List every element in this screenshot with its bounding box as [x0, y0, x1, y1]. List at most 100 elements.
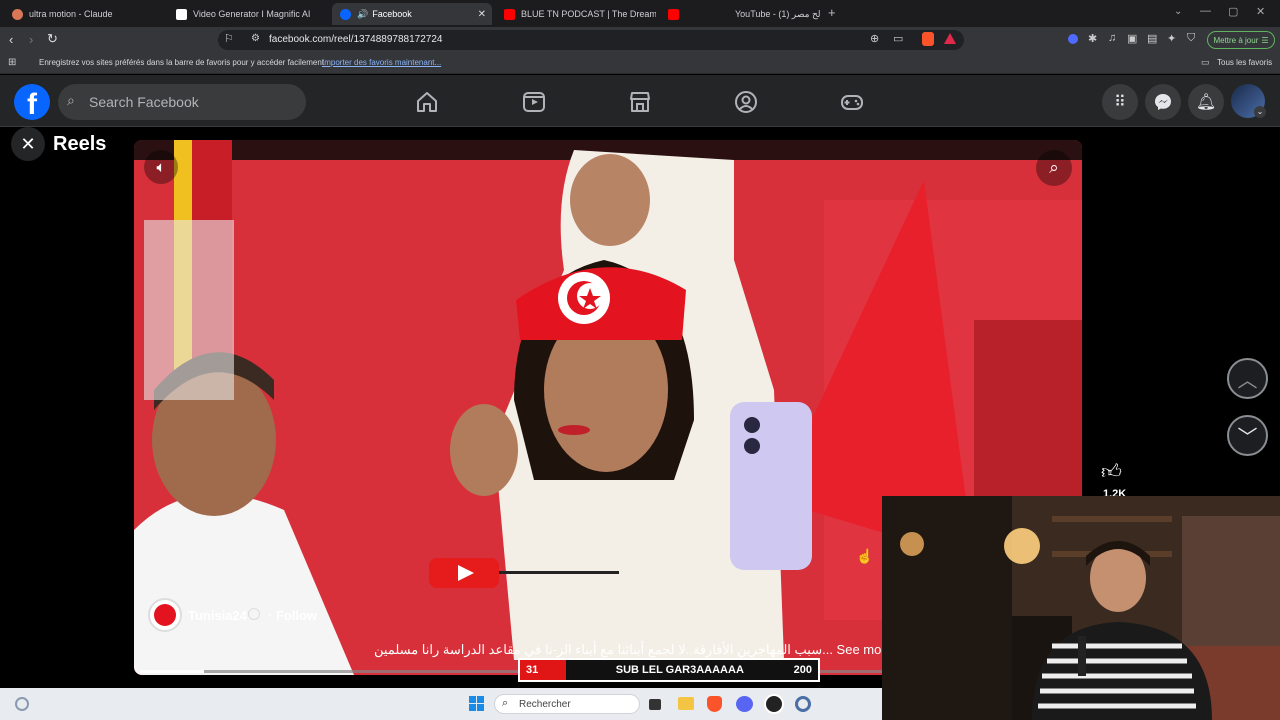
search-icon: ⌕: [502, 697, 509, 709]
next-reel-button[interactable]: ﹀: [1227, 415, 1268, 456]
close-reels-button[interactable]: ✕: [11, 127, 45, 161]
webcam-overlay: [882, 496, 1280, 720]
minimize-icon[interactable]: —: [1200, 5, 1211, 17]
channel-avatar[interactable]: [148, 598, 182, 632]
close-icon: ✕: [20, 133, 36, 154]
vpn-icon[interactable]: ⛉: [1187, 32, 1195, 45]
goal-target: 200: [793, 664, 812, 676]
obs-icon[interactable]: [764, 694, 784, 714]
magnific-icon: [176, 8, 187, 20]
grid-icon: ⠿: [1114, 94, 1126, 111]
discord-icon[interactable]: [736, 696, 753, 712]
youtube-icon: [668, 8, 679, 20]
update-label: Mettre à jour: [1213, 35, 1259, 45]
widgets-icon[interactable]: [15, 697, 29, 711]
webcam-frame: [882, 496, 1280, 720]
apps-grid-icon[interactable]: ⊞: [8, 57, 16, 68]
marketplace-icon[interactable]: [627, 89, 653, 115]
notifications-button[interactable]: 🔔︎: [1188, 84, 1224, 120]
settings-icon[interactable]: [795, 696, 811, 712]
close-window-icon[interactable]: ✕: [1256, 5, 1265, 18]
tunisia24-logo-icon: [154, 604, 176, 626]
file-explorer-icon[interactable]: [678, 697, 694, 710]
cast-icon[interactable]: ▭: [893, 32, 903, 45]
maximize-icon[interactable]: ▢: [1228, 5, 1238, 18]
speaker-icon: 🔊: [357, 8, 369, 19]
task-view-icon[interactable]: [649, 699, 661, 710]
brave-rewards-icon[interactable]: [944, 33, 956, 44]
bookmarks-bar: ⊞ Enregistrez vos sites préférés dans la…: [0, 53, 1280, 74]
tab-label: ultra motion - Claude: [29, 9, 113, 19]
start-icon[interactable]: [469, 696, 485, 712]
gaming-icon[interactable]: [839, 89, 865, 115]
search-icon: ⌕: [67, 92, 75, 108]
tab-facebook[interactable]: 🔊 Facebook ✕: [332, 3, 492, 25]
folder-icon: ▭: [1201, 57, 1210, 67]
messenger-button[interactable]: [1145, 84, 1181, 120]
goal-label: SUB LEL GAR3AAAAAA: [615, 664, 744, 676]
brave-shields-icon[interactable]: [922, 32, 934, 46]
back-icon[interactable]: ‹: [9, 32, 13, 47]
current-count: 31: [526, 664, 539, 676]
mute-toggle-icon[interactable]: 🔈︎: [144, 150, 178, 184]
taskbar-search-placeholder: Rechercher: [519, 699, 571, 710]
bookmarks-prompt: Enregistrez vos sites préférés dans la b…: [39, 58, 327, 67]
all-bookmarks-button[interactable]: Tous les favoris: [1217, 58, 1272, 67]
groups-icon[interactable]: [733, 89, 759, 115]
extension-icon[interactable]: [1068, 34, 1078, 44]
previous-reel-button[interactable]: ︿: [1227, 358, 1268, 399]
video-icon[interactable]: [521, 89, 547, 115]
chevron-up-icon: ︿: [1237, 370, 1258, 392]
chevron-down-icon[interactable]: ⌄: [1254, 106, 1266, 118]
reel-caption[interactable]: سبب المهاجرين الأفارقة..لا لجمع أبنائنا …: [374, 642, 893, 658]
page-title: Reels: [53, 133, 107, 155]
tab-label: BLUE TN PODCAST | The Dreamer: [521, 9, 656, 19]
claude-icon: [12, 8, 23, 20]
follow-button[interactable]: · Follow: [268, 608, 317, 623]
mouse-cursor-icon: ☝: [856, 548, 874, 564]
brave-icon[interactable]: [707, 696, 722, 712]
facebook-logo[interactable]: f: [14, 84, 50, 120]
forward-icon[interactable]: ›: [29, 32, 33, 47]
extensions-puzzle-icon[interactable]: ✱: [1088, 32, 1097, 45]
search-placeholder: Search Facebook: [89, 94, 199, 110]
zoom-icon[interactable]: ⊕: [870, 32, 879, 45]
goal-progress-fill: 31: [520, 660, 566, 680]
taskbar-search-input[interactable]: ⌕ Rechercher: [494, 694, 640, 714]
facebook-icon: [340, 8, 351, 20]
tab-label: Video Generator I Magnific AI: [193, 9, 311, 19]
tab-list-chevron-icon[interactable]: ⌄: [1174, 6, 1182, 17]
tab-podcast[interactable]: BLUE TN PODCAST | The Dreamer: [496, 3, 656, 25]
tab-label: YouTube - صالح مصر (1): [735, 8, 820, 19]
url-text[interactable]: facebook.com/reel/1374889788172724: [269, 34, 442, 45]
tab-magnific[interactable]: Video Generator I Magnific AI: [168, 3, 328, 25]
wallet-icon[interactable]: ▤: [1147, 32, 1157, 45]
search-icon[interactable]: ⌕: [1036, 150, 1072, 186]
tab-claude[interactable]: ultra motion - Claude: [4, 3, 164, 25]
chevron-down-icon: ﹀: [1237, 427, 1258, 449]
globe-icon: [248, 608, 260, 620]
like-icon[interactable]: 👍︎: [1101, 460, 1122, 484]
bell-icon: 🔔︎: [1195, 94, 1217, 111]
close-tab-icon[interactable]: ✕: [478, 9, 486, 20]
media-icon[interactable]: ♫: [1108, 32, 1116, 44]
reload-icon[interactable]: ↻: [47, 31, 58, 47]
tab-label: Facebook: [372, 9, 412, 19]
menu-grid-button[interactable]: ⠿: [1102, 84, 1138, 120]
bookmark-icon[interactable]: ⚐: [224, 32, 234, 45]
sidebar-icon[interactable]: ▣: [1127, 32, 1137, 45]
update-button[interactable]: Mettre à jour ☰: [1207, 31, 1275, 49]
import-bookmarks-link[interactable]: Importer des favoris maintenant...: [322, 58, 441, 67]
channel-name[interactable]: Tunisia24: [188, 608, 247, 623]
like-count: 1.2K: [1103, 488, 1127, 496]
menu-icon: ☰: [1261, 35, 1269, 45]
home-icon[interactable]: [414, 89, 440, 115]
tab-youtube[interactable]: YouTube - صالح مصر (1): [660, 3, 820, 25]
leo-icon[interactable]: ✦: [1167, 32, 1176, 45]
site-info-icon[interactable]: ⚙: [251, 33, 260, 44]
browser-tab-strip: ultra motion - Claude Video Generator I …: [0, 0, 1280, 27]
messenger-icon: [1155, 94, 1171, 110]
youtube-icon: [504, 8, 515, 20]
new-tab-button[interactable]: +: [828, 5, 836, 20]
subscriber-goal-bar: 31 SUB LEL GAR3AAAAAA 200: [518, 658, 820, 682]
